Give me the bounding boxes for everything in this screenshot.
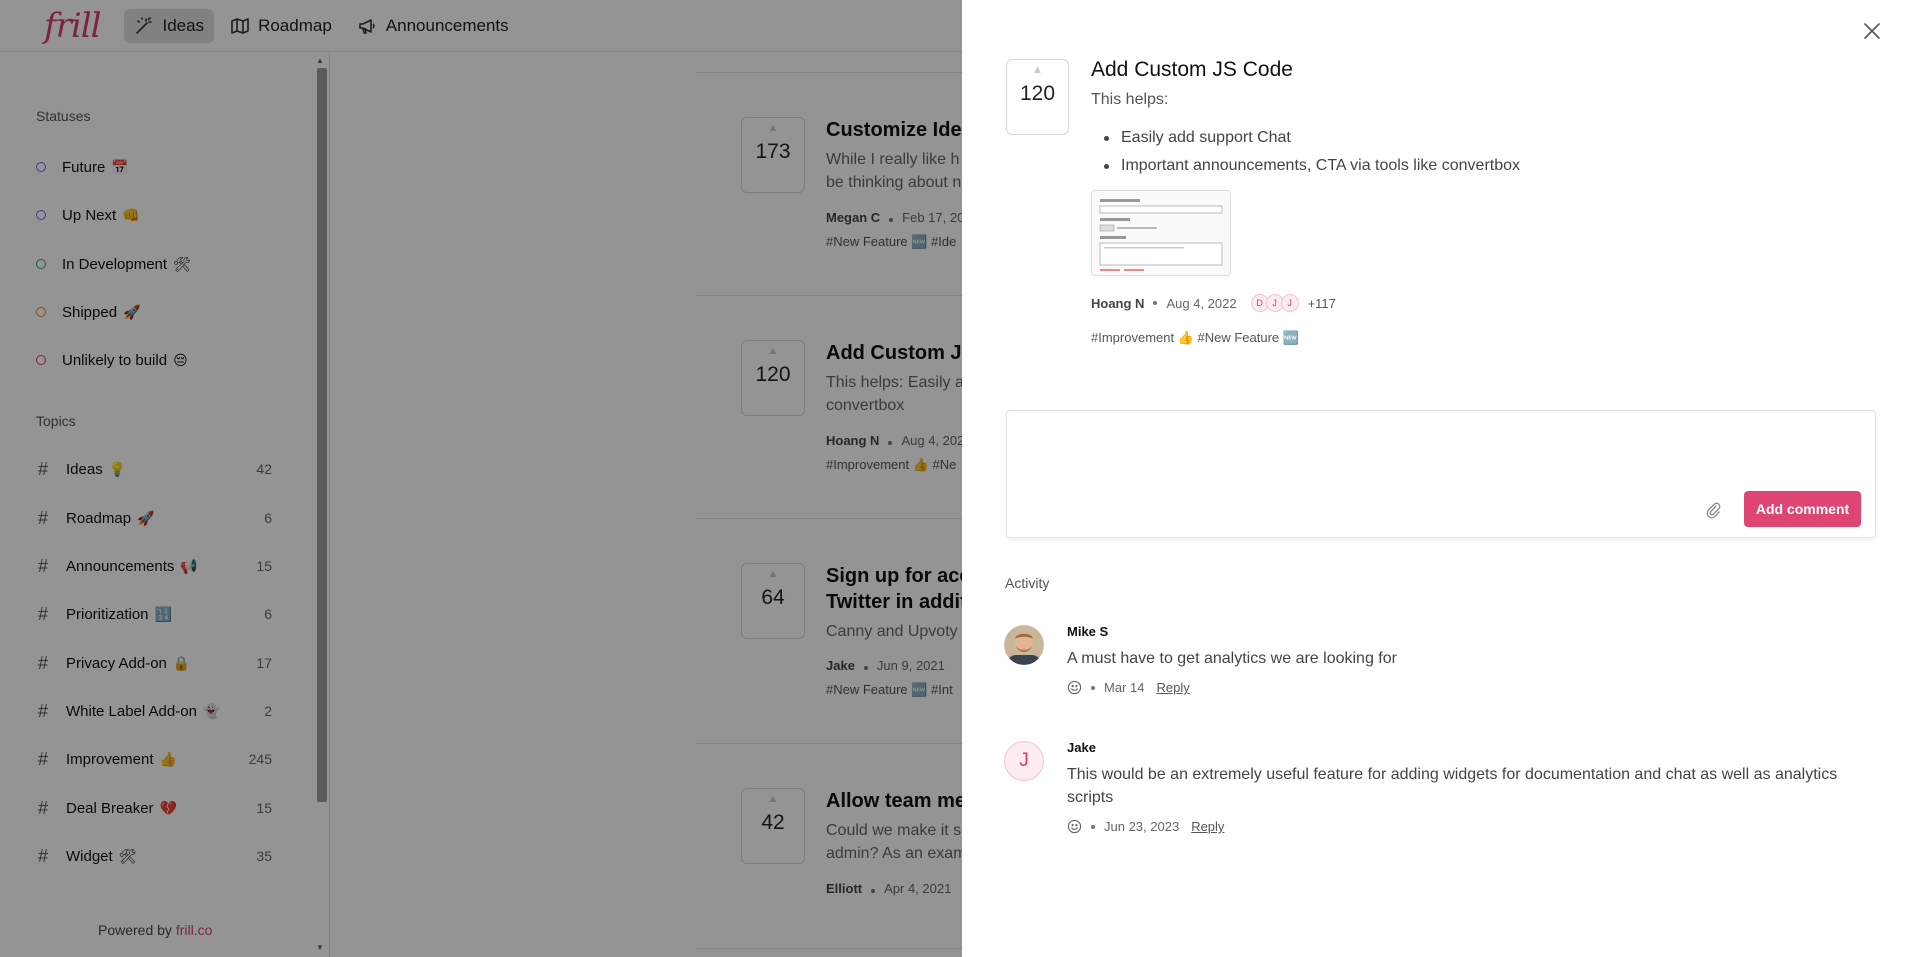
modal-backdrop[interactable] xyxy=(0,0,962,957)
close-icon[interactable] xyxy=(1857,16,1887,46)
upvote-button[interactable]: ▲ 120 xyxy=(1006,59,1069,135)
reply-link[interactable]: Reply xyxy=(1156,680,1189,695)
more-voters[interactable]: +117 xyxy=(1308,296,1336,311)
voter-avatar: J xyxy=(1280,294,1299,312)
emoji-react-icon[interactable] xyxy=(1067,680,1082,695)
idea-detail-panel: ▲ 120 Add Custom JS Code This helps: Eas… xyxy=(962,0,1920,957)
emoji-react-icon[interactable] xyxy=(1067,819,1082,834)
comment-text: A must have to get analytics we are look… xyxy=(1067,650,1397,667)
voter-avatars[interactable]: D J J xyxy=(1250,294,1299,312)
add-comment-button[interactable]: Add comment xyxy=(1744,491,1861,527)
idea-title: Add Custom JS Code xyxy=(1091,58,1293,81)
separator-dot xyxy=(1091,685,1095,690)
comment-footer: Mar 14 Reply xyxy=(1067,680,1190,695)
comment-input[interactable]: Add comment xyxy=(1006,410,1876,538)
idea-bullets: Easily add support Chat Important announ… xyxy=(1091,124,1520,180)
activity-heading: Activity xyxy=(1005,575,1050,591)
idea-intro: This helps: xyxy=(1091,91,1169,108)
paperclip-icon[interactable] xyxy=(1705,501,1721,519)
bullet-item: Easily add support Chat xyxy=(1091,124,1520,152)
idea-date: Aug 4, 2022 xyxy=(1166,295,1237,311)
vote-count: 120 xyxy=(1019,82,1056,105)
comment-text: This would be an extremely useful featur… xyxy=(1067,766,1838,806)
separator-dot xyxy=(1153,301,1158,305)
idea-tags[interactable]: #Improvement 👍 #New Feature 🆕 xyxy=(1091,330,1299,346)
comment-author: Mike S xyxy=(1067,624,1109,639)
reply-link[interactable]: Reply xyxy=(1191,819,1224,834)
comment-author: Jake xyxy=(1067,740,1096,755)
avatar[interactable]: J xyxy=(1004,741,1044,781)
separator-dot xyxy=(1091,824,1095,829)
avatar[interactable] xyxy=(1004,625,1044,665)
idea-meta: Hoang N Aug 4, 2022 D J J +117 xyxy=(1091,293,1336,313)
comment-date: Mar 14 xyxy=(1104,680,1145,695)
upvote-arrow-icon: ▲ xyxy=(1032,64,1043,76)
attachment-thumbnail[interactable] xyxy=(1091,190,1231,276)
screenshot-preview-icon xyxy=(1099,199,1223,271)
idea-author: Hoang N xyxy=(1091,295,1145,311)
comment-footer: Jun 23, 2023 Reply xyxy=(1067,819,1224,834)
bullet-item: Important announcements, CTA via tools l… xyxy=(1091,152,1520,180)
comment-date: Jun 23, 2023 xyxy=(1104,819,1180,834)
